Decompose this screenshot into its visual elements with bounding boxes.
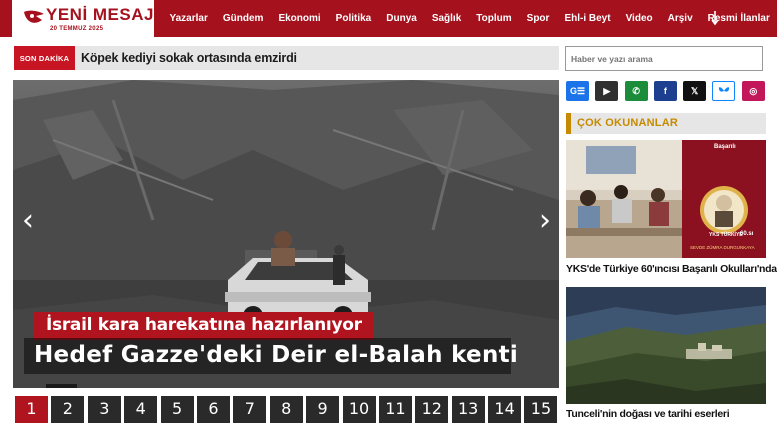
slide-headline[interactable]: Hedef Gazze'deki Deir el-Balah kenti (24, 338, 518, 374)
nav-item-spor[interactable]: Spor (519, 13, 557, 24)
popular-item-image-2[interactable] (566, 287, 766, 404)
page-button-7[interactable]: 7 (233, 396, 267, 423)
nav-item-yazarlar[interactable]: Yazarlar (162, 13, 215, 24)
site-date: 20 TEMMUZ 2025 (50, 26, 104, 32)
slider-pagination: 1 2 3 4 5 6 7 8 9 10 11 12 13 14 15 (15, 396, 561, 423)
butterfly-icon (718, 87, 730, 92)
page-button-10[interactable]: 10 (342, 396, 376, 423)
headline-slider[interactable]: ‹ › İsrail kara harekatına hazırlanıyor … (13, 80, 559, 388)
popular-item-image-1[interactable]: Başarılı YKS TÜRKİYE 60.sı SEVDE ZÜMRA D… (566, 140, 766, 258)
page-button-5[interactable]: 5 (160, 396, 194, 423)
landscape-photo (566, 287, 766, 404)
page-button-13[interactable]: 13 (451, 396, 485, 423)
page-button-9[interactable]: 9 (306, 396, 340, 423)
popular-section-title: ÇOK OKUNANLAR (577, 117, 678, 129)
classroom-photo (566, 140, 766, 258)
page-button-2[interactable]: 2 (51, 396, 85, 423)
bluesky-icon[interactable] (712, 81, 736, 101)
page: YENİ MESAJ 20 TEMMUZ 2025 Yazarlar Günde… (0, 0, 777, 423)
badge-student-name: SEVDE ZÜMRA DURGUNKAYA (690, 245, 755, 250)
main-nav: Yazarlar Gündem Ekonomi Politika Dunya S… (162, 0, 777, 37)
breaking-news-tag: SON DAKİKA (14, 46, 75, 70)
crescent-logo-icon (24, 10, 44, 23)
nav-item-video[interactable]: Video (618, 13, 660, 24)
page-button-12[interactable]: 12 (415, 396, 449, 423)
slider-next-arrow[interactable]: › (533, 206, 557, 236)
nav-more-icon[interactable] (710, 10, 720, 26)
site-logo[interactable]: YENİ MESAJ 20 TEMMUZ 2025 (12, 0, 154, 37)
badge-line-1: YKS TÜRKİYE (709, 232, 743, 238)
google-news-icon[interactable]: G☰ (566, 81, 589, 101)
nav-item-ehl-i-beyt[interactable]: Ehl-i Beyt (557, 13, 618, 24)
page-button-6[interactable]: 6 (196, 396, 230, 423)
top-nav-bar: YENİ MESAJ 20 TEMMUZ 2025 Yazarlar Günde… (0, 0, 777, 37)
nav-item-dunya[interactable]: Dunya (379, 13, 425, 24)
page-button-8[interactable]: 8 (269, 396, 303, 423)
slide-kicker[interactable]: İsrail kara harekatına hazırlanıyor (34, 312, 374, 340)
badge-line-2: 60.sı (740, 231, 754, 237)
breaking-news-headline[interactable]: Köpek kediyi sokak ortasında emzirdi (81, 51, 297, 65)
social-links: G☰ ▶ ✆ f 𝕏 ◎ (566, 81, 771, 101)
nav-item-ekonomi[interactable]: Ekonomi (271, 13, 328, 24)
popular-section-header: ÇOK OKUNANLAR (566, 113, 766, 134)
nav-item-politika[interactable]: Politika (328, 13, 379, 24)
instagram-icon[interactable]: ◎ (741, 81, 765, 101)
youtube-icon[interactable]: ▶ (595, 81, 619, 101)
nav-item-arsiv[interactable]: Arşiv (660, 13, 700, 24)
slide-progress-bar (46, 384, 77, 388)
x-icon[interactable]: 𝕏 (683, 81, 707, 101)
popular-item-title-1[interactable]: YKS'de Türkiye 60'ıncısı Başarılı Okulla… (566, 263, 777, 275)
whatsapp-icon[interactable]: ✆ (624, 81, 648, 101)
badge-logo-text: Başarılı (714, 144, 736, 150)
nav-item-gundem[interactable]: Gündem (215, 13, 271, 24)
page-button-15[interactable]: 15 (524, 396, 558, 423)
page-button-1[interactable]: 1 (15, 396, 48, 423)
facebook-icon[interactable]: f (653, 81, 677, 101)
page-button-4[interactable]: 4 (124, 396, 158, 423)
page-button-14[interactable]: 14 (488, 396, 522, 423)
search-input[interactable] (565, 46, 763, 71)
nav-item-saglik[interactable]: Sağlık (424, 13, 468, 24)
page-button-3[interactable]: 3 (87, 396, 121, 423)
nav-item-toplum[interactable]: Toplum (469, 13, 519, 24)
page-button-11[interactable]: 11 (378, 396, 412, 423)
popular-item-title-2[interactable]: Tunceli'nin doğası ve tarihi eserleri (566, 408, 771, 420)
site-name: YENİ MESAJ (46, 5, 154, 24)
slider-prev-arrow[interactable]: ‹ (16, 206, 40, 236)
breaking-news-bar: SON DAKİKA Köpek kediyi sokak ortasında … (14, 46, 559, 70)
